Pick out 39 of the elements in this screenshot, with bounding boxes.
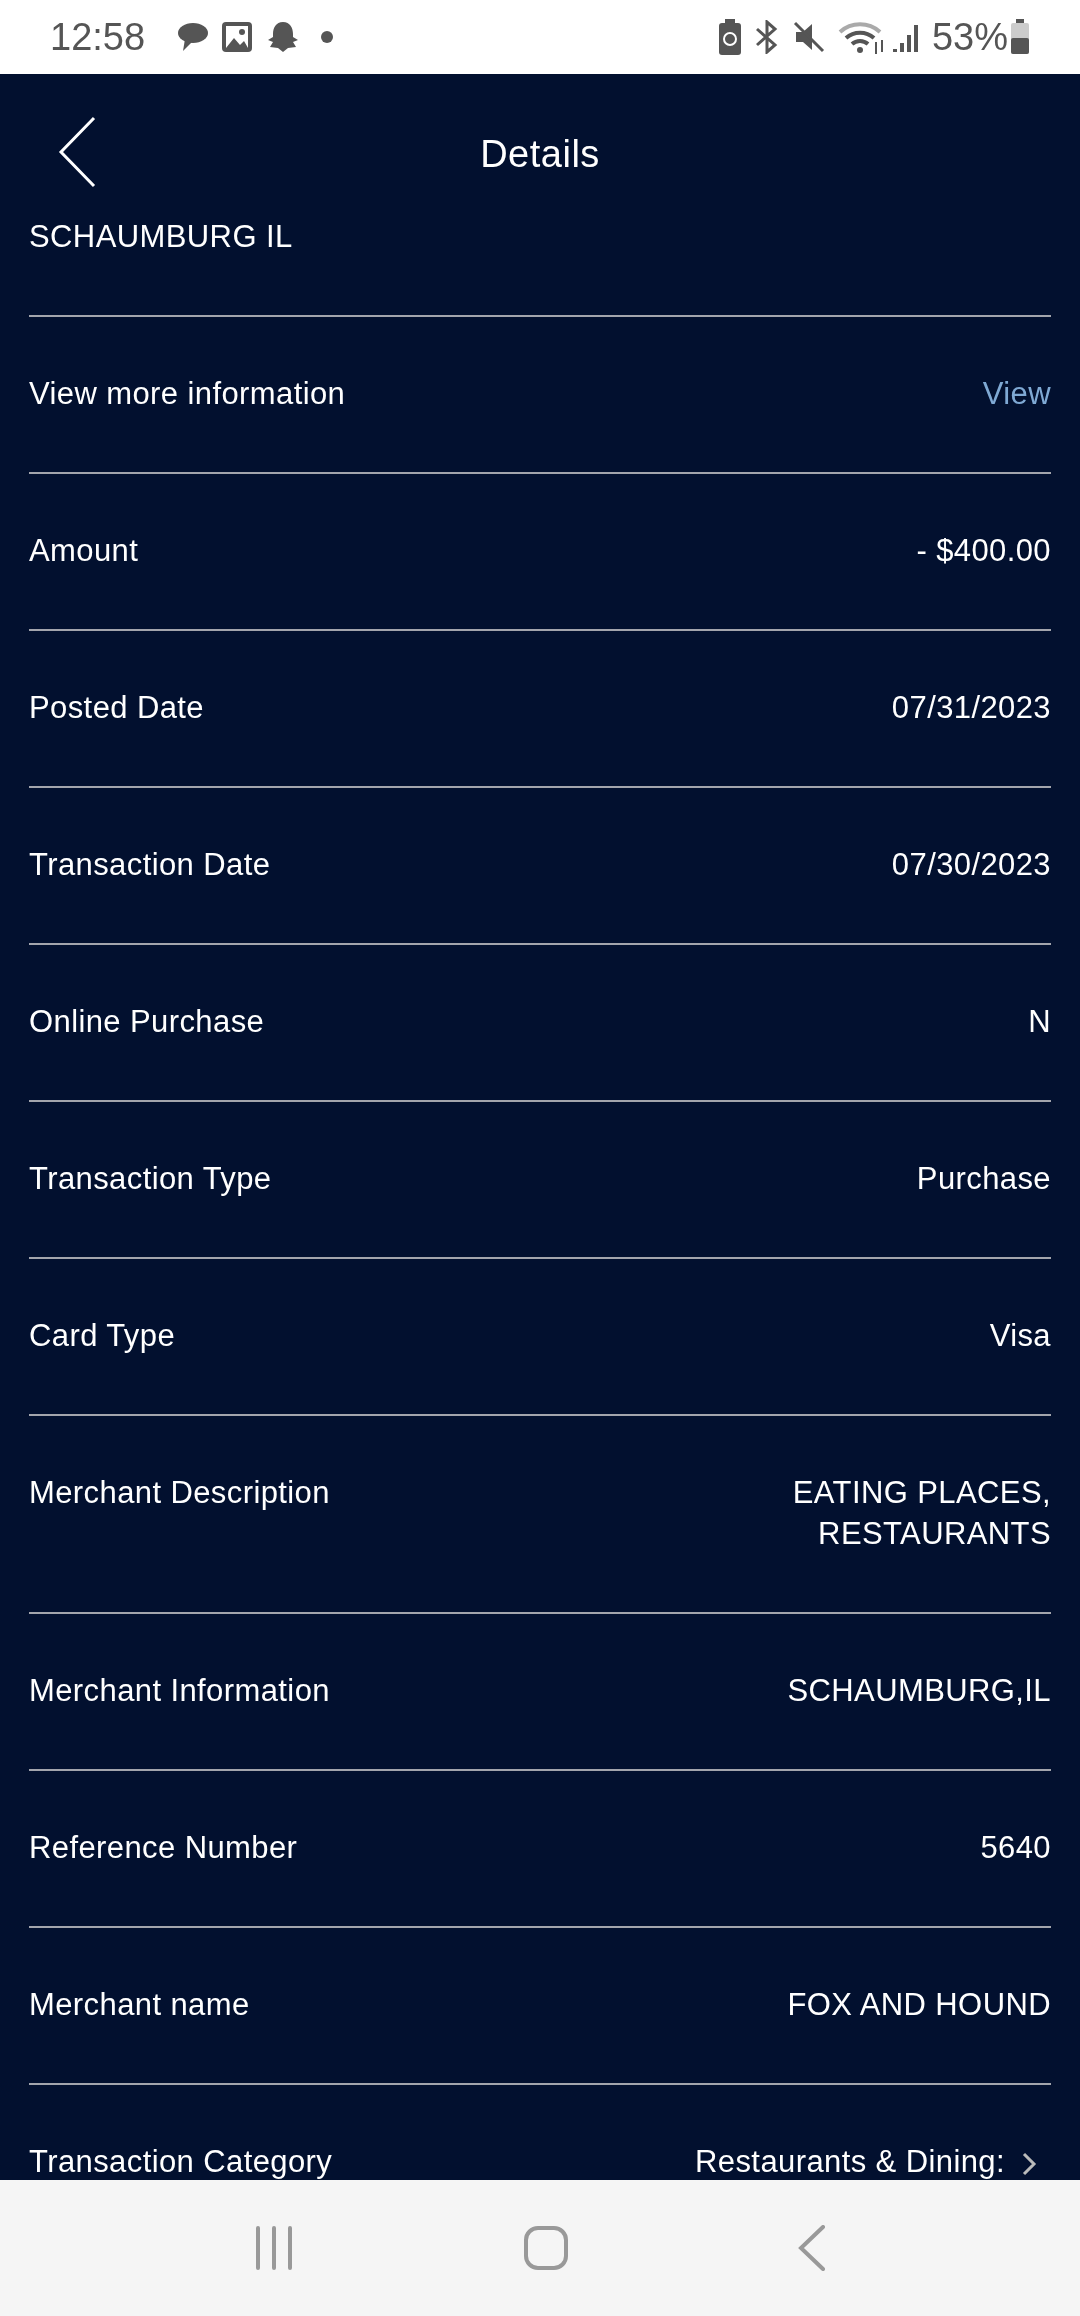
field-value: N — [1028, 1003, 1051, 1041]
mute-icon — [791, 20, 826, 54]
field-label: Online Purchase — [29, 1003, 265, 1041]
dot-icon — [321, 31, 334, 43]
field-label: Merchant name — [29, 1986, 250, 2024]
battery-icon — [1010, 19, 1030, 55]
field-label: Merchant Description — [29, 1474, 330, 1512]
bluetooth-icon — [753, 20, 780, 54]
clock-text: 12:58 — [50, 14, 146, 60]
wifi-icon — [837, 20, 886, 54]
field-value: Restaurants & Dining: — [695, 2143, 1005, 2180]
field-value: Purchase — [916, 1160, 1051, 1198]
battery-text: 53% — [931, 14, 1008, 60]
field-value: 07/30/2023 — [891, 846, 1051, 884]
field-label: Card Type — [29, 1317, 176, 1355]
chat-icon — [175, 21, 210, 53]
field-value: 07/31/2023 — [891, 689, 1051, 727]
recent-apps-button[interactable] — [254, 2226, 295, 2270]
field-value: SCHAUMBURG,IL — [787, 1672, 1051, 1710]
field-value: Visa — [989, 1317, 1051, 1355]
battery-saver-icon — [717, 19, 742, 55]
field-value: FOX AND HOUND — [787, 1986, 1051, 2024]
field-value: EATING PLACES, RESTAURANTS — [791, 1474, 1051, 1553]
field-label: Transaction Type — [29, 1160, 272, 1198]
field-label: Transaction Category — [29, 2143, 333, 2180]
image-icon — [221, 21, 254, 53]
field-value: 5640 — [980, 1829, 1051, 1867]
back-nav-button[interactable] — [797, 2225, 826, 2271]
field-label: View more information — [29, 375, 346, 413]
page-title: Details — [480, 132, 600, 178]
field-label: Transaction Date — [29, 846, 271, 884]
address-text: SCHAUMBURG IL — [29, 218, 293, 256]
field-label: Amount — [29, 532, 139, 570]
field-label: Merchant Information — [29, 1672, 330, 1710]
home-button[interactable] — [523, 2225, 569, 2271]
field-value: - $400.00 — [916, 532, 1051, 570]
field-label: Reference Number — [29, 1829, 298, 1867]
view-link[interactable]: View — [982, 373, 1051, 414]
field-label: Posted Date — [29, 689, 204, 727]
